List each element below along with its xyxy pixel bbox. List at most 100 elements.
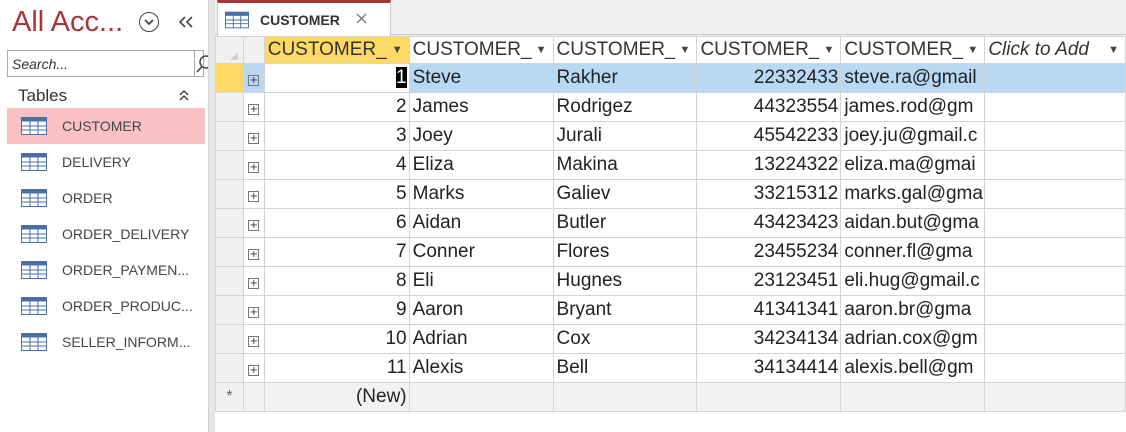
cell-last-name[interactable]: Flores <box>552 237 698 267</box>
cell-phone[interactable]: 43423423 <box>696 208 842 238</box>
new-record-marker[interactable]: * <box>215 382 244 412</box>
new-record-cell[interactable] <box>408 382 554 412</box>
cell-email[interactable]: conner.fl@gma <box>840 237 986 267</box>
table-row[interactable]: +10 Adrian Cox 34234134 adrian.cox@gm <box>215 324 1126 354</box>
nav-item-order-product[interactable]: ORDER_PRODUC... <box>7 288 205 324</box>
record-selector[interactable] <box>215 150 244 180</box>
cell-email[interactable]: marks.gal@gma <box>840 179 986 209</box>
sort-filter-arrow-icon[interactable]: ▼ <box>392 44 403 56</box>
search-input[interactable] <box>8 51 194 76</box>
cell-email[interactable]: eli.hug@gmail.c <box>840 266 986 296</box>
expand-subdatasheet-cell[interactable]: + <box>242 266 265 296</box>
expand-plus-icon[interactable]: + <box>248 162 260 173</box>
sort-filter-arrow-icon[interactable]: ▼ <box>680 44 691 56</box>
cell-last-name[interactable]: Butler <box>552 208 698 238</box>
nav-item-order[interactable]: ORDER <box>7 180 205 216</box>
expand-plus-icon[interactable]: + <box>248 104 260 115</box>
cell-phone[interactable]: 34234134 <box>696 324 842 354</box>
column-header-email[interactable]: CUSTOMER_ ▼ <box>840 36 986 64</box>
cell-customer-id[interactable]: 4 <box>263 150 410 180</box>
cell-phone[interactable]: 34134414 <box>696 353 842 383</box>
expand-subdatasheet-cell[interactable]: + <box>242 121 265 151</box>
expand-plus-icon[interactable]: + <box>248 191 260 202</box>
cell-click-to-add[interactable] <box>984 92 1126 122</box>
nav-menu-button[interactable] <box>139 12 159 32</box>
cell-first-name[interactable]: Marks <box>408 179 554 209</box>
record-selector[interactable] <box>215 208 244 238</box>
cell-last-name[interactable]: Hugnes <box>552 266 698 296</box>
table-row[interactable]: +7 Conner Flores 23455234 conner.fl@gma <box>215 237 1126 267</box>
cell-customer-id[interactable]: 3 <box>263 121 410 151</box>
expand-plus-icon[interactable]: + <box>248 220 260 231</box>
cell-last-name[interactable]: Jurali <box>552 121 698 151</box>
column-header-last-name[interactable]: CUSTOMER_ ▼ <box>552 36 698 64</box>
cell-last-name[interactable]: Bryant <box>552 295 698 325</box>
cell-email[interactable]: alexis.bell@gm <box>840 353 986 383</box>
table-row[interactable]: +4 Eliza Makina 13224322 eliza.ma@gmai <box>215 150 1126 180</box>
table-row[interactable]: +6 Aidan Butler 43423423 aidan.but@gma <box>215 208 1126 238</box>
table-row[interactable]: +8 Eli Hugnes 23123451 eli.hug@gmail.c <box>215 266 1126 296</box>
cell-email[interactable]: aaron.br@gma <box>840 295 986 325</box>
cell-click-to-add[interactable] <box>984 324 1126 354</box>
cell-first-name[interactable]: Aidan <box>408 208 554 238</box>
cell-click-to-add[interactable] <box>984 208 1126 238</box>
cell-last-name[interactable]: Rodrigez <box>552 92 698 122</box>
new-record-id-cell[interactable]: (New) <box>263 382 410 412</box>
nav-item-order-payment[interactable]: ORDER_PAYMEN... <box>7 252 205 288</box>
nav-item-seller-information[interactable]: SELLER_INFORM... <box>7 324 205 360</box>
sort-filter-arrow-icon[interactable]: ▼ <box>967 44 978 56</box>
new-record-cell[interactable] <box>696 382 842 412</box>
cell-email[interactable]: eliza.ma@gmai <box>840 150 986 180</box>
table-row[interactable]: +1 Steve Rakher 22332433 steve.ra@gmail <box>215 63 1126 93</box>
select-all-corner[interactable] <box>215 36 244 64</box>
cell-phone[interactable]: 44323554 <box>696 92 842 122</box>
cell-last-name[interactable]: Cox <box>552 324 698 354</box>
cell-customer-id[interactable]: 10 <box>263 324 410 354</box>
record-selector[interactable] <box>215 266 244 296</box>
cell-phone[interactable]: 23455234 <box>696 237 842 267</box>
expand-plus-icon[interactable]: + <box>248 307 260 318</box>
group-header-tables[interactable]: Tables <box>7 84 204 108</box>
cell-first-name[interactable]: Steve <box>408 63 554 93</box>
table-row[interactable]: +3 Joey Jurali 45542233 joey.ju@gmail.c <box>215 121 1126 151</box>
expand-plus-icon[interactable]: + <box>248 75 260 86</box>
pane-splitter[interactable] <box>208 0 215 432</box>
nav-item-order-delivery[interactable]: ORDER_DELIVERY <box>7 216 205 252</box>
cell-click-to-add[interactable] <box>984 63 1126 93</box>
cell-phone[interactable]: 45542233 <box>696 121 842 151</box>
cell-last-name[interactable]: Bell <box>552 353 698 383</box>
cell-last-name[interactable]: Makina <box>552 150 698 180</box>
table-row[interactable]: +2 James Rodrigez 44323554 james.rod@gm <box>215 92 1126 122</box>
cell-click-to-add[interactable] <box>984 353 1126 383</box>
expand-subdatasheet-cell[interactable]: + <box>242 295 265 325</box>
sort-filter-arrow-icon[interactable]: ▼ <box>823 44 834 56</box>
cell-customer-id[interactable]: 7 <box>263 237 410 267</box>
cell-customer-id[interactable]: 11 <box>263 353 410 383</box>
expand-subdatasheet-cell[interactable]: + <box>242 63 265 93</box>
record-selector[interactable] <box>215 237 244 267</box>
column-header-first-name[interactable]: CUSTOMER_ ▼ <box>408 36 554 64</box>
cell-customer-id[interactable]: 6 <box>263 208 410 238</box>
cell-customer-id[interactable]: 8 <box>263 266 410 296</box>
cell-click-to-add[interactable] <box>984 179 1126 209</box>
cell-click-to-add[interactable] <box>984 266 1126 296</box>
expand-plus-icon[interactable]: + <box>248 278 260 289</box>
record-selector[interactable] <box>215 295 244 325</box>
nav-pane-title[interactable]: All Acc... <box>12 6 123 39</box>
expand-subdatasheet-cell[interactable]: + <box>242 324 265 354</box>
cell-click-to-add[interactable] <box>984 150 1126 180</box>
cell-last-name[interactable]: Galiev <box>552 179 698 209</box>
new-record-cell[interactable] <box>840 382 986 412</box>
expand-subdatasheet-cell[interactable]: + <box>242 150 265 180</box>
cell-click-to-add[interactable] <box>984 121 1126 151</box>
cell-first-name[interactable]: Eliza <box>408 150 554 180</box>
table-row[interactable]: +9 Aaron Bryant 41341341 aaron.br@gma <box>215 295 1126 325</box>
column-header-phone[interactable]: CUSTOMER_ ▼ <box>696 36 842 64</box>
cell-first-name[interactable]: Alexis <box>408 353 554 383</box>
cell-email[interactable]: aidan.but@gma <box>840 208 986 238</box>
cell-first-name[interactable]: Joey <box>408 121 554 151</box>
new-record-cell[interactable] <box>552 382 698 412</box>
cell-click-to-add[interactable] <box>984 295 1126 325</box>
column-header-customer-id[interactable]: CUSTOMER_ ▼ <box>263 36 410 64</box>
record-selector[interactable] <box>215 121 244 151</box>
